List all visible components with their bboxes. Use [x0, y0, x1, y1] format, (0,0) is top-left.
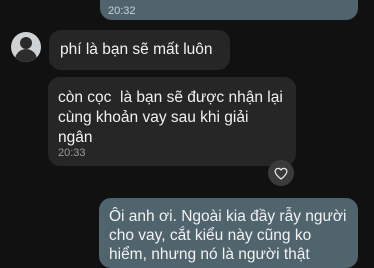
message-text: còn cọc là bạn sẽ được nhận lại cùng kho…: [58, 89, 288, 146]
message-text: phí là bạn sẽ mất luôn: [60, 41, 213, 58]
incoming-message-bubble[interactable]: còn cọc là bạn sẽ được nhận lại cùng kho…: [48, 77, 296, 166]
incoming-message-bubble[interactable]: phí là bạn sẽ mất luôn: [49, 30, 230, 70]
message-timestamp: 20:32: [108, 5, 136, 17]
outgoing-message-bubble[interactable]: 20:32: [100, 0, 358, 20]
avatar-body-shape: [15, 49, 37, 62]
react-button[interactable]: [268, 160, 294, 186]
avatar-head-shape: [20, 37, 32, 49]
message-timestamp: 20:33: [58, 147, 86, 159]
outgoing-message-bubble[interactable]: Ôi anh ơi. Ngoài kia đầy rẫy người cho v…: [99, 198, 358, 268]
contact-avatar[interactable]: [11, 32, 41, 62]
message-text: Ôi anh ơi. Ngoài kia đầy rẫy người cho v…: [109, 208, 347, 263]
heart-icon: [274, 167, 288, 180]
